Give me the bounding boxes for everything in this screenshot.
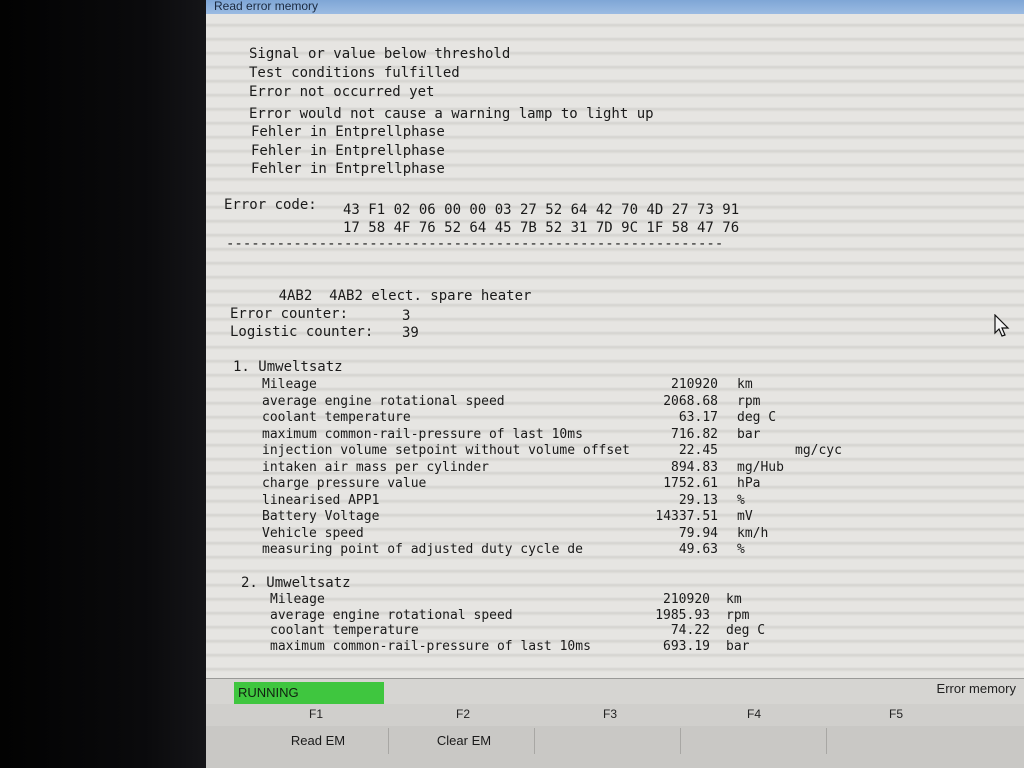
function-key-labels: F1 F2 F3 F4 F5: [206, 704, 1024, 726]
env-row-value: 894.83: [671, 459, 718, 475]
status-bar: RUNNING Error memory: [206, 678, 1024, 705]
window-title-bar: Read error memory: [206, 0, 1024, 14]
env-row-label: charge pressure value: [262, 476, 427, 491]
monitor-bezel: [0, 0, 206, 768]
env-row-label: Mileage: [270, 592, 325, 607]
mode-label: Error memory: [936, 681, 1016, 696]
error-memory-report[interactable]: Signal or value below threshold Test con…: [206, 14, 1024, 678]
window-title: Read error memory: [214, 0, 319, 13]
env-row-value: 1985.93: [655, 607, 710, 623]
error-counter-value: 3: [402, 308, 411, 324]
env-row-value: 693.19: [663, 638, 710, 654]
env-row-label: Battery Voltage: [262, 509, 380, 524]
env-row-unit: mg/Hub: [737, 459, 784, 475]
env-row-value: 22.45: [678, 443, 718, 458]
f5-button[interactable]: [832, 728, 972, 754]
env-row-unit: %: [737, 542, 745, 557]
env-row-label: coolant temperature: [262, 410, 411, 425]
env-row-unit: hPa: [737, 476, 761, 491]
env-row-label: intaken air mass per cylinder: [262, 459, 489, 475]
env-row-unit: bar: [737, 426, 761, 442]
env-row-unit: %: [737, 492, 745, 508]
env-row-label: linearised APP1: [262, 492, 380, 508]
error-code-bytes-line2: 17 58 4F 76 52 64 45 7B 52 31 7D 9C 1F 5…: [343, 220, 740, 236]
running-indicator: RUNNING: [234, 682, 384, 704]
read-em-button[interactable]: Read EM: [248, 728, 389, 754]
fkey-label-f1: F1: [309, 707, 324, 721]
env-row-value: 716.82: [671, 426, 718, 442]
status-line: Error would not cause a warning lamp to …: [249, 106, 654, 122]
env-row-value: 49.63: [678, 542, 718, 557]
status-line: Fehler in Entprellphase: [251, 161, 445, 177]
env-row-value: 210920: [663, 592, 710, 607]
logistic-counter-value: 39: [402, 325, 419, 341]
env-row-label: Vehicle speed: [262, 525, 364, 541]
env-row-unit: deg C: [726, 623, 766, 638]
env-row-value: 2068.68: [663, 393, 718, 409]
env-row-unit: km: [737, 377, 753, 392]
env-row-unit: mg/cyc: [795, 443, 842, 458]
env-row-value: 210920: [671, 377, 718, 392]
f4-button[interactable]: [686, 728, 827, 754]
error-counter-label: Error counter:: [230, 306, 349, 322]
status-line: Signal or value below threshold: [249, 46, 511, 62]
error-code-bytes-line1: 43 F1 02 06 00 00 03 27 52 64 42 70 4D 2…: [343, 202, 740, 218]
env-row-unit: km/h: [737, 525, 769, 541]
env-row-label: maximum common-rail-pressure of last 10m…: [262, 426, 583, 442]
env-row-unit: deg C: [737, 410, 777, 425]
mouse-pointer-icon: [994, 314, 1010, 337]
env-row-value: 74.22: [670, 623, 710, 638]
fkey-label-f5: F5: [889, 707, 904, 721]
env-row-value: 79.94: [678, 525, 718, 541]
env-row-label: average engine rotational speed: [262, 393, 505, 409]
diagnostic-screen: Read error memory Signal or value below …: [206, 0, 1024, 768]
fkey-label-f4: F4: [747, 707, 762, 721]
status-line: Error not occurred yet: [249, 84, 435, 100]
env-row-label: average engine rotational speed: [270, 607, 513, 623]
env-row-unit: rpm: [726, 607, 750, 623]
env-row-unit: mV: [737, 509, 753, 524]
function-button-bar: Read EM Clear EM: [206, 726, 1024, 768]
fkey-label-f3: F3: [603, 707, 618, 721]
env-row-value: 63.17: [678, 410, 718, 425]
env-row-unit: bar: [726, 638, 750, 654]
env-row-unit: rpm: [737, 393, 761, 409]
env-row-label: measuring point of adjusted duty cycle d…: [262, 542, 583, 557]
env-row-label: Mileage: [262, 377, 317, 392]
env-row-label: coolant temperature: [270, 623, 419, 638]
env-row-label: injection volume setpoint without volume…: [262, 443, 630, 458]
env-row-value: 29.13: [678, 492, 718, 508]
env-row-label: maximum common-rail-pressure of last 10m…: [270, 638, 591, 654]
env-set-1-header: 1. Umweltsatz: [233, 359, 343, 375]
status-line: Fehler in Entprellphase: [251, 143, 445, 159]
error-code-label: Error code:: [224, 197, 317, 213]
logistic-counter-label: Logistic counter:: [230, 324, 374, 340]
env-set-2-header: 2. Umweltsatz: [241, 575, 351, 591]
fault-code: 4AB2: [278, 288, 313, 304]
status-line: Fehler in Entprellphase: [251, 124, 445, 140]
fkey-label-f2: F2: [456, 707, 471, 721]
separator-line: ----------------------------------------…: [226, 236, 724, 252]
f3-button[interactable]: [540, 728, 681, 754]
clear-em-button[interactable]: Clear EM: [394, 728, 535, 754]
fault-text: 4AB2 elect. spare heater: [329, 288, 532, 304]
env-row-value: 14337.51: [655, 509, 718, 524]
env-row-unit: km: [726, 592, 742, 607]
status-line: Test conditions fulfilled: [249, 65, 460, 81]
env-row-value: 1752.61: [663, 476, 718, 491]
